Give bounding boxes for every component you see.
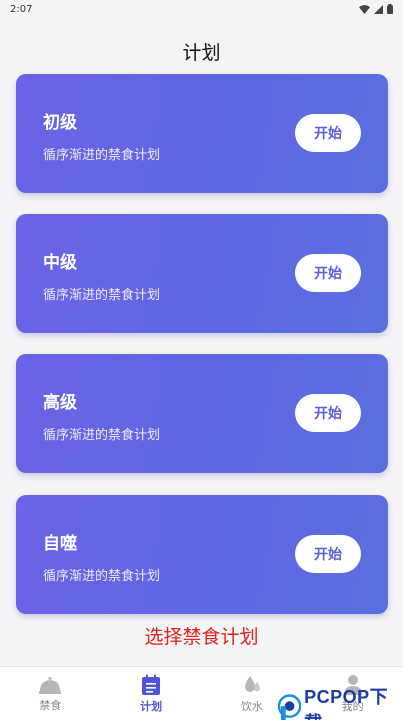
start-button-intermediate[interactable]: 开始	[295, 254, 361, 292]
status-icons	[359, 4, 393, 14]
plan-icon	[142, 674, 161, 695]
tab-plan[interactable]: 计划	[111, 674, 191, 714]
tab-fasting[interactable]: 禁食	[10, 675, 90, 713]
fasting-icon	[39, 676, 62, 694]
battery-icon	[387, 4, 393, 14]
water-drop-icon	[244, 675, 260, 692]
plan-name: 中级	[43, 253, 77, 273]
select-plan-hint: 选择禁食计划	[144, 626, 259, 648]
wifi-icon	[359, 4, 370, 14]
plan-name: 高级	[43, 393, 77, 413]
plan-name: 自噬	[43, 534, 77, 554]
plan-description: 循序渐进的禁食计划	[43, 148, 161, 163]
tab-label: 饮水	[240, 699, 263, 713]
start-button-autophagy[interactable]: 开始	[295, 535, 361, 573]
start-button-advanced[interactable]: 开始	[295, 394, 361, 432]
plan-description: 循序渐进的禁食计划	[43, 569, 161, 584]
status-bar: 2:07	[0, 0, 403, 18]
plan-card-autophagy[interactable]: 自噬 循序渐进的禁食计划 开始	[16, 495, 388, 614]
pcpop-logo-icon	[278, 694, 302, 720]
plan-description: 循序渐进的禁食计划	[43, 428, 161, 443]
tab-label: 计划	[140, 699, 163, 713]
plan-card-beginner[interactable]: 初级 循序渐进的禁食计划 开始	[16, 74, 388, 193]
plan-card-advanced[interactable]: 高级 循序渐进的禁食计划 开始	[16, 354, 388, 473]
page-title: 计划	[182, 42, 221, 64]
watermark-text: PCPOP下载	[304, 687, 389, 720]
plan-card-intermediate[interactable]: 中级 循序渐进的禁食计划 开始	[16, 214, 388, 333]
tab-label: 禁食	[39, 698, 62, 712]
plan-description: 循序渐进的禁食计划	[43, 288, 161, 303]
watermark: PCPOP下载	[278, 683, 403, 720]
plan-name: 初级	[43, 113, 77, 133]
status-time: 2:07	[10, 3, 33, 15]
signal-icon	[374, 4, 383, 14]
start-button-beginner[interactable]: 开始	[295, 114, 361, 152]
